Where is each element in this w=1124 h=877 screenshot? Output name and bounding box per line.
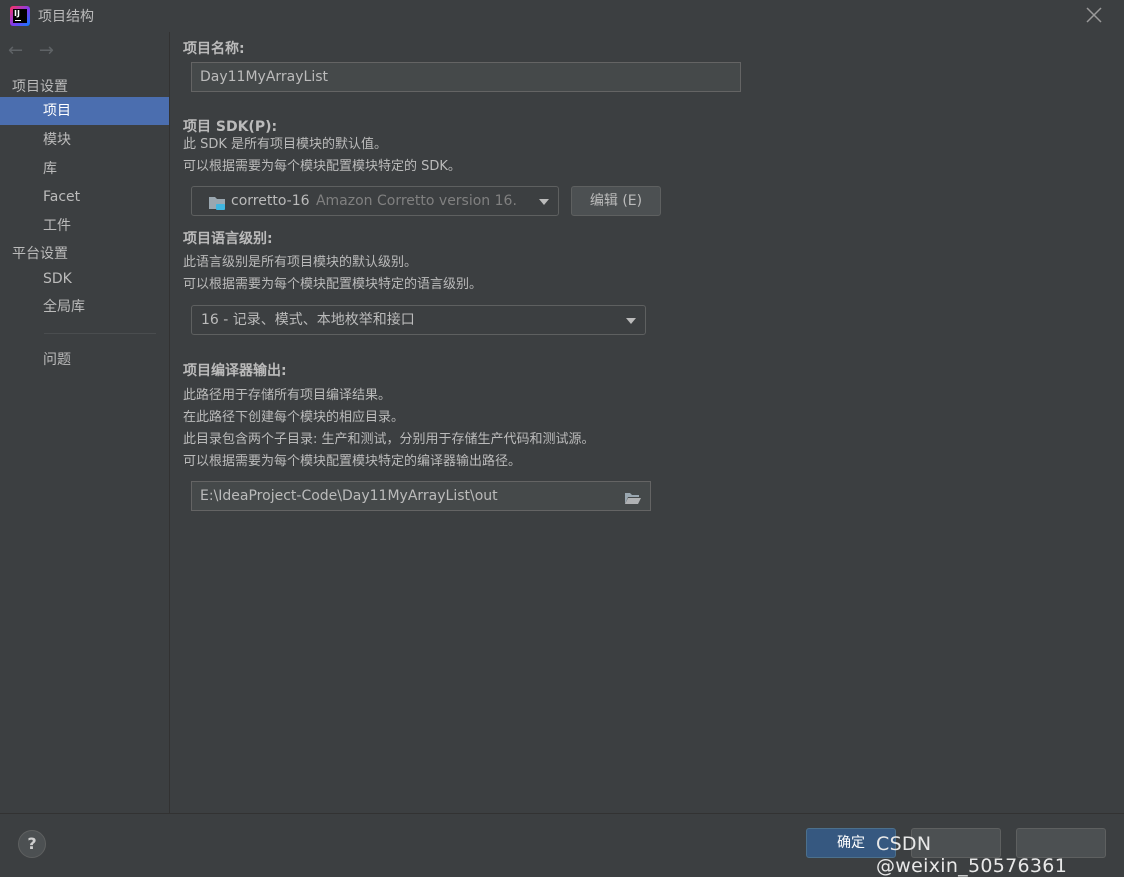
sidebar-item-label: SDK <box>43 271 72 287</box>
sidebar-item-label: 项目 <box>43 103 71 119</box>
close-icon[interactable] <box>1082 3 1106 27</box>
project-name-input[interactable]: Day11MyArrayList <box>191 62 741 92</box>
compiler-output-description-2: 在此路径下创建每个模块的相应目录。 <box>183 410 405 425</box>
csdn-watermark: CSDN @weixin_50576361 <box>876 833 1068 877</box>
window-title: 项目结构 <box>38 9 94 25</box>
sdk-description-2: 可以根据需要为每个模块配置模块特定的 SDK。 <box>183 159 461 174</box>
compiler-output-label: 项目编译器输出: <box>183 363 287 379</box>
sidebar-item-modules[interactable]: 模块 <box>0 126 169 154</box>
project-name-label: 项目名称: <box>183 41 245 57</box>
project-settings-panel: 项目名称: Day11MyArrayList 项目 SDK(P): 此 SDK … <box>170 32 1124 813</box>
forward-arrow-icon[interactable]: → <box>39 40 54 61</box>
compiler-output-description-1: 此路径用于存储所有项目编译结果。 <box>183 388 392 403</box>
sidebar-item-facets[interactable]: Facet <box>0 183 169 211</box>
sdk-description-1: 此 SDK 是所有项目模块的默认值。 <box>183 137 388 152</box>
sidebar-item-global-libraries[interactable]: 全局库 <box>0 293 169 321</box>
folder-open-icon[interactable] <box>624 488 642 504</box>
language-level-description-1: 此语言级别是所有项目模块的默认级别。 <box>183 255 418 270</box>
ok-button-label: 确定 <box>837 835 865 851</box>
compiler-output-description-3: 此目录包含两个子目录: 生产和测试，分别用于存储生产代码和测试源。 <box>183 432 595 447</box>
language-level-value: 16 - 记录、模式、本地枚举和接口 <box>201 312 415 328</box>
help-icon[interactable]: ? <box>18 830 46 858</box>
sidebar-item-label: 模块 <box>43 132 71 148</box>
dialog-footer: ? 确定 CSDN @weixin_50576361 <box>0 813 1124 877</box>
sidebar-item-label: Facet <box>43 189 81 205</box>
folder-sdk-icon <box>208 193 226 210</box>
sidebar-item-libraries[interactable]: 库 <box>0 155 169 183</box>
sidebar-item-label: 问题 <box>43 352 71 368</box>
sidebar-divider <box>44 333 156 334</box>
sidebar-item-artifacts[interactable]: 工件 <box>0 212 169 240</box>
sdk-name: corretto-16 <box>231 193 310 209</box>
back-arrow-icon[interactable]: ← <box>8 40 23 61</box>
language-level-select[interactable]: 16 - 记录、模式、本地枚举和接口 <box>191 305 646 335</box>
compiler-output-path: E:\IdeaProject-Code\Day11MyArrayList\out <box>200 488 498 504</box>
language-level-description-2: 可以根据需要为每个模块配置模块特定的语言级别。 <box>183 277 483 292</box>
intellij-logo-icon: IJ <box>10 6 30 26</box>
edit-sdk-button[interactable]: 编辑 (E) <box>571 186 661 216</box>
compiler-output-path-input[interactable]: E:\IdeaProject-Code\Day11MyArrayList\out <box>191 481 651 511</box>
sdk-label: 项目 SDK(P): <box>183 119 278 135</box>
chevron-down-icon <box>539 199 549 205</box>
section-project-settings: 项目设置 <box>12 79 68 95</box>
language-level-label: 项目语言级别: <box>183 231 273 247</box>
compiler-output-description-4: 可以根据需要为每个模块配置模块特定的编译器输出路径。 <box>183 454 522 469</box>
section-platform-settings: 平台设置 <box>12 246 68 262</box>
sdk-select[interactable]: corretto-16 Amazon Corretto version 16. <box>191 186 559 216</box>
history-nav: ← → <box>8 40 64 61</box>
sidebar: ← → 项目设置 项目 模块 库 Facet 工件 平台设置 SDK 全局库 问… <box>0 32 170 813</box>
sidebar-item-sdk[interactable]: SDK <box>0 265 169 293</box>
sidebar-item-label: 工件 <box>43 218 71 234</box>
sidebar-item-problems[interactable]: 问题 <box>0 346 169 374</box>
sdk-version-detail: Amazon Corretto version 16. <box>315 193 517 209</box>
sidebar-item-project[interactable]: 项目 <box>0 97 169 125</box>
chevron-down-icon <box>626 318 636 324</box>
sidebar-item-label: 全局库 <box>43 299 85 315</box>
sidebar-item-label: 库 <box>43 161 57 177</box>
title-bar: IJ 项目结构 <box>0 0 1124 32</box>
